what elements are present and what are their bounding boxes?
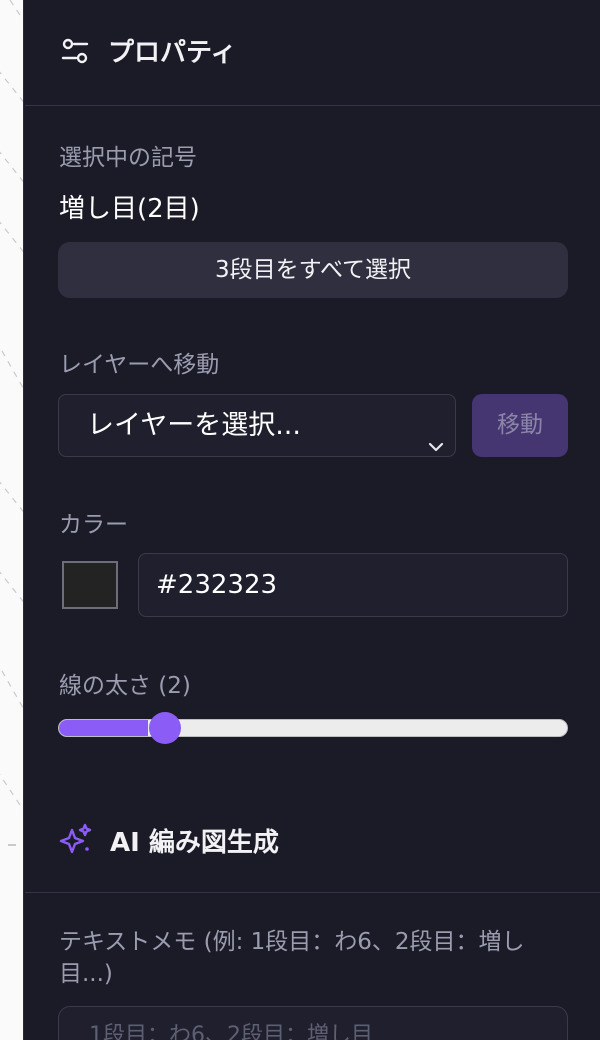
select-all-row-button[interactable]: 3段目をすべて選択 <box>58 242 568 298</box>
sliders-icon <box>60 36 90 66</box>
properties-panel: プロパティ 選択中の記号 増し目(2目) 3段目をすべて選択 レイヤーへ移動 レ… <box>25 0 600 1040</box>
color-label: カラー <box>59 512 128 538</box>
text-memo-textarea[interactable]: 1段目：わ6、2段目：増し目 <box>58 1006 568 1040</box>
move-button[interactable]: 移動 <box>472 394 568 457</box>
selection-label: 選択中の記号 <box>59 145 197 171</box>
ai-section-title: AI 編み図生成 <box>110 827 279 858</box>
selected-symbol-value: 増し目(2目) <box>59 194 200 224</box>
stroke-width-label: 線の太さ (2) <box>59 673 191 699</box>
canvas-pattern <box>0 0 23 846</box>
chevron-down-icon <box>427 417 445 478</box>
panel-title: プロパティ <box>108 38 237 68</box>
color-hex-input[interactable]: #232323 <box>138 553 568 617</box>
stroke-width-slider-track[interactable] <box>58 719 568 737</box>
canvas-edge <box>0 0 24 1040</box>
ai-generate-header: AI 編み図生成 <box>25 800 600 893</box>
layer-select[interactable]: レイヤーを選択... <box>58 394 456 457</box>
text-memo-label: テキストメモ (例: 1段目：わ6、2段目：増し目...) <box>59 929 525 987</box>
sparkles-icon <box>58 822 94 858</box>
properties-header: プロパティ <box>25 0 600 106</box>
color-swatch[interactable] <box>62 561 118 609</box>
stroke-width-slider-fill <box>59 720 149 736</box>
stroke-width-slider-thumb[interactable] <box>149 712 182 744</box>
layer-select-value: レイヤーを選択... <box>87 410 301 441</box>
layer-move-label: レイヤーへ移動 <box>59 352 220 378</box>
